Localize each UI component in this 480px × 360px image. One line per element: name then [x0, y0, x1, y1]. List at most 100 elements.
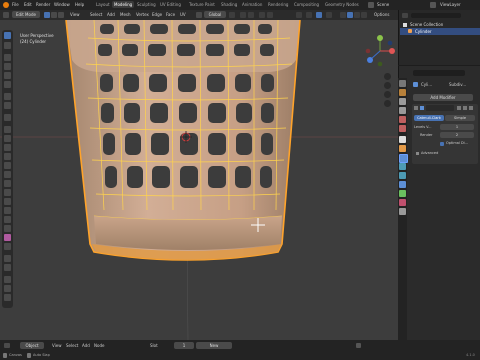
- menu-file[interactable]: File: [12, 2, 19, 7]
- menu-window[interactable]: Window: [54, 2, 70, 7]
- collection-tab-icon[interactable]: [399, 136, 406, 143]
- inset-tool-icon[interactable]: [4, 135, 11, 142]
- menu-mesh[interactable]: Mesh: [120, 12, 131, 17]
- constraints-tab-icon[interactable]: [399, 181, 406, 188]
- falloff-icon[interactable]: [267, 12, 273, 18]
- monkey-tool-icon[interactable]: [4, 285, 11, 292]
- snap-target-icon[interactable]: [248, 12, 254, 18]
- bottom-menu-add[interactable]: Add: [82, 343, 90, 348]
- scene-collection-label[interactable]: Scene Collection: [410, 22, 443, 27]
- catmull-clark-button[interactable]: Catmull-Clark: [414, 115, 444, 121]
- torus-tool-icon[interactable]: [4, 255, 11, 262]
- navigation-gizmo[interactable]: [365, 34, 395, 68]
- modifier-tab-icon[interactable]: [399, 154, 408, 163]
- plane-tool-icon[interactable]: [4, 294, 11, 301]
- texture-tab-icon[interactable]: [399, 208, 406, 215]
- bevel-tool-icon[interactable]: [4, 144, 11, 151]
- rotate-tool-icon[interactable]: [4, 63, 11, 70]
- levels-viewport-field[interactable]: 1: [440, 124, 474, 130]
- tab-shading[interactable]: Shading: [221, 2, 237, 7]
- mode-select[interactable]: Edit Mode: [12, 11, 40, 18]
- rip-tool-icon[interactable]: [4, 225, 11, 232]
- outliner-filter-icon[interactable]: [402, 13, 408, 18]
- view-layer-tab-icon[interactable]: [399, 107, 406, 114]
- xray-icon[interactable]: [326, 12, 332, 18]
- tab-compositing[interactable]: Compositing: [294, 2, 319, 7]
- knife-tool-icon[interactable]: [4, 162, 11, 169]
- shading-rendered-icon[interactable]: [361, 12, 367, 18]
- move-tool-icon[interactable]: [4, 54, 11, 61]
- tool-tab-icon[interactable]: [399, 80, 406, 87]
- transform-tool-icon[interactable]: [4, 81, 11, 88]
- view-layer-name[interactable]: ViewLayer: [440, 2, 461, 7]
- gizmo-icon[interactable]: [306, 12, 312, 18]
- tab-layout[interactable]: Layout: [96, 2, 110, 7]
- overlay-icon[interactable]: [316, 12, 322, 18]
- world-tab-icon[interactable]: [399, 125, 406, 132]
- bottom-menu-node[interactable]: Node: [94, 343, 104, 348]
- 3d-viewport[interactable]: User Perspective (24) Cylinder: [0, 20, 398, 340]
- poly-build-tool-icon[interactable]: [4, 171, 11, 178]
- menu-face[interactable]: Face: [166, 12, 175, 17]
- edge-select-icon[interactable]: [51, 12, 57, 18]
- menu-render[interactable]: Render: [36, 2, 50, 7]
- properties-search[interactable]: [413, 70, 465, 76]
- grid-tool-icon[interactable]: [4, 276, 11, 283]
- annotate-tool-icon[interactable]: [4, 93, 11, 100]
- modifier-name-field[interactable]: [426, 105, 454, 111]
- render-tab-icon[interactable]: [399, 89, 406, 96]
- tab-rendering[interactable]: Rendering: [268, 2, 288, 7]
- object-tab-icon[interactable]: [399, 145, 406, 152]
- camera-view-icon[interactable]: [384, 91, 391, 98]
- visibility-icon[interactable]: [296, 12, 302, 18]
- tab-modeling[interactable]: Modeling: [112, 1, 135, 8]
- tab-animation[interactable]: Animation: [242, 2, 262, 7]
- editmode-toggle-icon[interactable]: [457, 106, 461, 110]
- mesh-canvas[interactable]: [0, 20, 398, 340]
- transform-orientation-select[interactable]: Global: [204, 11, 226, 18]
- snap-icon[interactable]: [240, 12, 246, 18]
- scene-name[interactable]: Scene: [377, 2, 389, 7]
- bottom-menu-select[interactable]: Select: [66, 343, 78, 348]
- slot-select[interactable]: 1: [174, 342, 194, 349]
- add-modifier-button[interactable]: Add Modifier: [413, 94, 473, 101]
- menu-edit[interactable]: Edit: [24, 2, 32, 7]
- shading-solid-icon[interactable]: [347, 12, 353, 18]
- menu-vertex[interactable]: Vertex: [136, 12, 149, 17]
- shading-material-icon[interactable]: [354, 12, 360, 18]
- tab-sculpting[interactable]: Sculpting: [137, 2, 156, 7]
- menu-select[interactable]: Select: [90, 12, 102, 17]
- pan-icon[interactable]: [384, 82, 391, 89]
- particles-tab-icon[interactable]: [399, 163, 406, 170]
- perspective-toggle-icon[interactable]: [384, 100, 391, 107]
- add-cube-tool-icon[interactable]: [4, 114, 11, 121]
- sphere-tool-icon[interactable]: [4, 234, 11, 241]
- advanced-chevron-icon[interactable]: [416, 152, 419, 155]
- menu-view[interactable]: View: [70, 12, 80, 17]
- pivot-icon[interactable]: [229, 12, 235, 18]
- render-levels-field[interactable]: 2: [440, 132, 474, 138]
- simple-button[interactable]: Simple: [445, 115, 475, 121]
- tab-texture-paint[interactable]: Texture Paint: [189, 2, 215, 7]
- editor-type-icon[interactable]: [3, 12, 9, 18]
- cursor-tool-icon[interactable]: [4, 42, 11, 49]
- shear-tool-icon[interactable]: [4, 216, 11, 223]
- smooth-tool-icon[interactable]: [4, 189, 11, 196]
- menu-uv[interactable]: UV: [180, 12, 186, 17]
- advanced-section-label[interactable]: Advanced: [421, 151, 438, 155]
- options-menu[interactable]: Options: [374, 12, 389, 17]
- scale-tool-icon[interactable]: [4, 72, 11, 79]
- viewport-toggle-icon[interactable]: [463, 106, 467, 110]
- face-select-icon[interactable]: [58, 12, 64, 18]
- output-tab-icon[interactable]: [399, 98, 406, 105]
- new-material-button[interactable]: New: [196, 342, 232, 349]
- spin-tool-icon[interactable]: [4, 180, 11, 187]
- vertex-select-icon[interactable]: [44, 12, 50, 18]
- shading-wireframe-icon[interactable]: [340, 12, 346, 18]
- loop-cut-tool-icon[interactable]: [4, 153, 11, 160]
- menu-help[interactable]: Help: [75, 2, 84, 7]
- cylinder-tool-icon[interactable]: [4, 243, 11, 250]
- tab-uv-editing[interactable]: UV Editing: [160, 2, 181, 7]
- scene-tab-icon[interactable]: [399, 116, 406, 123]
- edge-slide-tool-icon[interactable]: [4, 198, 11, 205]
